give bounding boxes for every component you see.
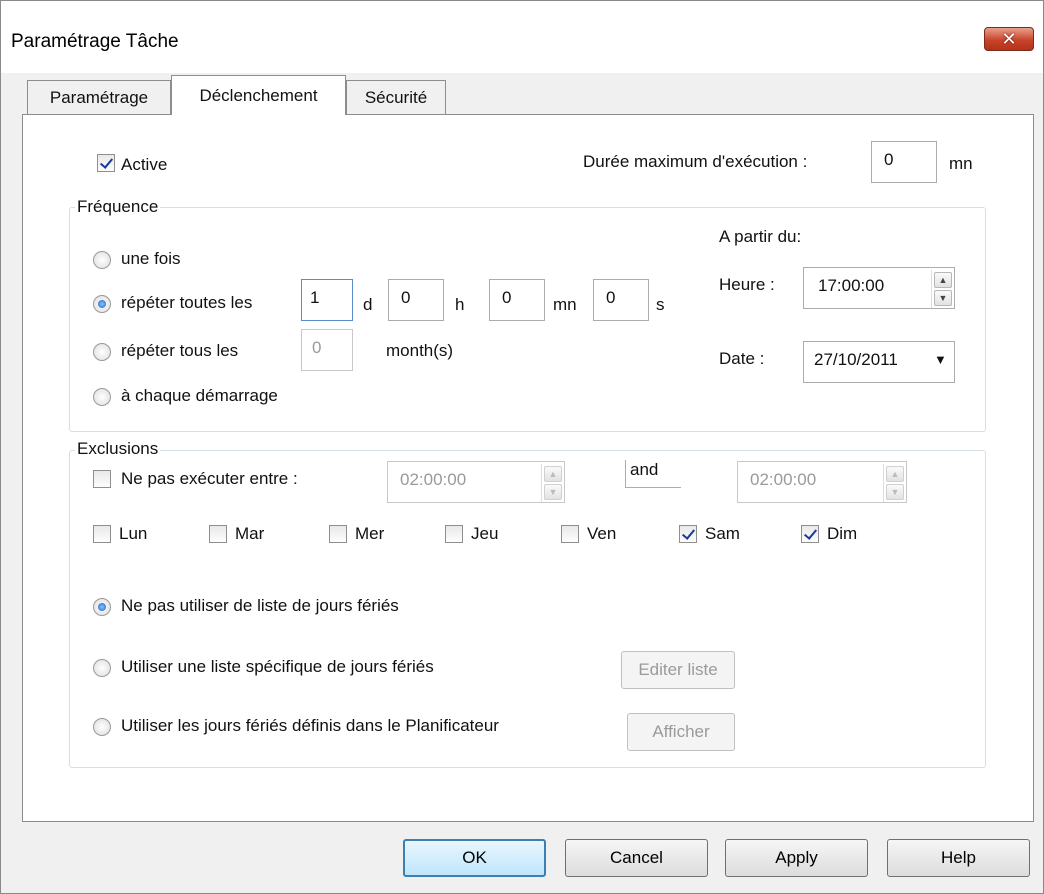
holiday-none-label: Ne pas utiliser de liste de jours fériés [121, 596, 399, 615]
dialog-window: Paramétrage Tâche ✕ Paramétrage Déclench… [0, 0, 1044, 894]
monthly-unit: month(s) [386, 341, 454, 360]
and-label-box: and [625, 460, 681, 488]
tab-securite[interactable]: Sécurité [346, 80, 446, 114]
holiday-none-radio[interactable] [93, 598, 111, 616]
tab-panel-declenchement: Active Durée maximum d'exécution : 0 mn … [22, 114, 1034, 822]
time-label: Heure : [719, 275, 775, 294]
day-checkbox-jeu[interactable] [445, 525, 463, 543]
between-label: Ne pas exécuter entre : [121, 469, 298, 488]
apply-button[interactable]: Apply [725, 839, 868, 877]
monthly-input[interactable]: 0 [301, 329, 353, 371]
repeat-label: répéter toutes les [121, 293, 253, 312]
ok-button[interactable]: OK [403, 839, 546, 877]
monthly-label: répéter tous les [121, 341, 239, 360]
ok-label: OK [462, 848, 487, 867]
max-duration-input[interactable]: 0 [871, 141, 937, 183]
help-label: Help [941, 848, 976, 867]
tab-declenchement[interactable]: Déclenchement [171, 75, 346, 115]
start-heading: A partir du: [719, 227, 802, 246]
day-checkbox-mar[interactable] [209, 525, 227, 543]
day-label: Mar [235, 524, 265, 543]
max-duration-label: Durée maximum d'exécution : [583, 152, 808, 171]
tab-label: Sécurité [364, 87, 428, 107]
active-checkbox[interactable] [97, 154, 115, 172]
days-unit: d [363, 295, 373, 314]
hours-unit: h [455, 295, 465, 314]
date-value: 27/10/2011 [814, 350, 898, 369]
time-spinner[interactable]: ▲ ▼ [931, 270, 953, 308]
spin-up-icon[interactable]: ▲ [934, 272, 952, 288]
holiday-specific-radio[interactable] [93, 659, 111, 677]
once-label: une fois [121, 249, 181, 268]
cancel-label: Cancel [610, 848, 663, 867]
once-radio[interactable] [93, 251, 111, 269]
seconds-unit: s [656, 295, 665, 314]
close-icon: ✕ [1001, 29, 1017, 49]
day-checkbox-ven[interactable] [561, 525, 579, 543]
between-to-input[interactable]: 02:00:00 [737, 461, 907, 503]
max-duration-unit: mn [949, 154, 973, 173]
active-label: Active [121, 155, 168, 174]
exclusions-legend: Exclusions [75, 439, 161, 459]
show-label: Afficher [652, 722, 710, 741]
between-checkbox[interactable] [93, 470, 111, 488]
tab-parametrage[interactable]: Paramétrage [27, 80, 171, 114]
day-label: Lun [119, 524, 148, 543]
close-button[interactable]: ✕ [984, 27, 1034, 51]
date-label: Date : [719, 349, 765, 368]
spin-down-icon[interactable]: ▼ [544, 484, 562, 500]
time-value: 17:00:00 [818, 276, 885, 295]
day-checkbox-sam[interactable] [679, 525, 697, 543]
show-button[interactable]: Afficher [627, 713, 735, 751]
title-bar: Paramétrage Tâche ✕ [1, 1, 1043, 73]
window-title: Paramétrage Tâche [11, 31, 179, 52]
startup-label: à chaque démarrage [121, 386, 278, 405]
tab-label: Paramétrage [49, 87, 149, 107]
date-picker[interactable]: 27/10/2011 ▼ [803, 341, 955, 383]
repeat-seconds-input[interactable]: 0 [593, 279, 649, 321]
spin-down-icon[interactable]: ▼ [934, 290, 952, 306]
repeat-minutes-input[interactable]: 0 [489, 279, 545, 321]
repeat-hours-input[interactable]: 0 [388, 279, 444, 321]
between-to-value: 02:00:00 [750, 470, 817, 489]
between-from-input[interactable]: 02:00:00 [387, 461, 565, 503]
edit-list-button[interactable]: Editer liste [621, 651, 735, 689]
edit-list-label: Editer liste [638, 660, 718, 679]
spin-up-icon[interactable]: ▲ [886, 466, 904, 482]
day-label: Jeu [471, 524, 499, 543]
holiday-scheduler-radio[interactable] [93, 718, 111, 736]
between-from-spinner[interactable]: ▲ ▼ [541, 464, 563, 502]
between-from-value: 02:00:00 [400, 470, 467, 489]
minutes-unit: mn [553, 295, 577, 314]
spin-down-icon[interactable]: ▼ [886, 484, 904, 500]
help-button[interactable]: Help [887, 839, 1030, 877]
chevron-down-icon: ▼ [934, 352, 947, 367]
repeat-days-input[interactable]: 1 [301, 279, 353, 321]
day-label: Dim [827, 524, 858, 543]
monthly-radio[interactable] [93, 343, 111, 361]
day-label: Ven [587, 524, 617, 543]
holiday-specific-label: Utiliser une liste spécifique de jours f… [121, 657, 434, 676]
tab-label: Déclenchement [199, 85, 318, 105]
day-checkbox-dim[interactable] [801, 525, 819, 543]
frequence-legend: Fréquence [75, 197, 161, 217]
and-label: and [630, 460, 659, 479]
day-label: Mer [355, 524, 385, 543]
day-checkbox-mer[interactable] [329, 525, 347, 543]
holiday-scheduler-label: Utiliser les jours fériés définis dans l… [121, 716, 499, 735]
day-checkbox-lun[interactable] [93, 525, 111, 543]
spin-up-icon[interactable]: ▲ [544, 466, 562, 482]
apply-label: Apply [775, 848, 818, 867]
day-label: Sam [705, 524, 740, 543]
repeat-radio[interactable] [93, 295, 111, 313]
between-to-spinner[interactable]: ▲ ▼ [883, 464, 905, 502]
cancel-button[interactable]: Cancel [565, 839, 708, 877]
startup-radio[interactable] [93, 388, 111, 406]
